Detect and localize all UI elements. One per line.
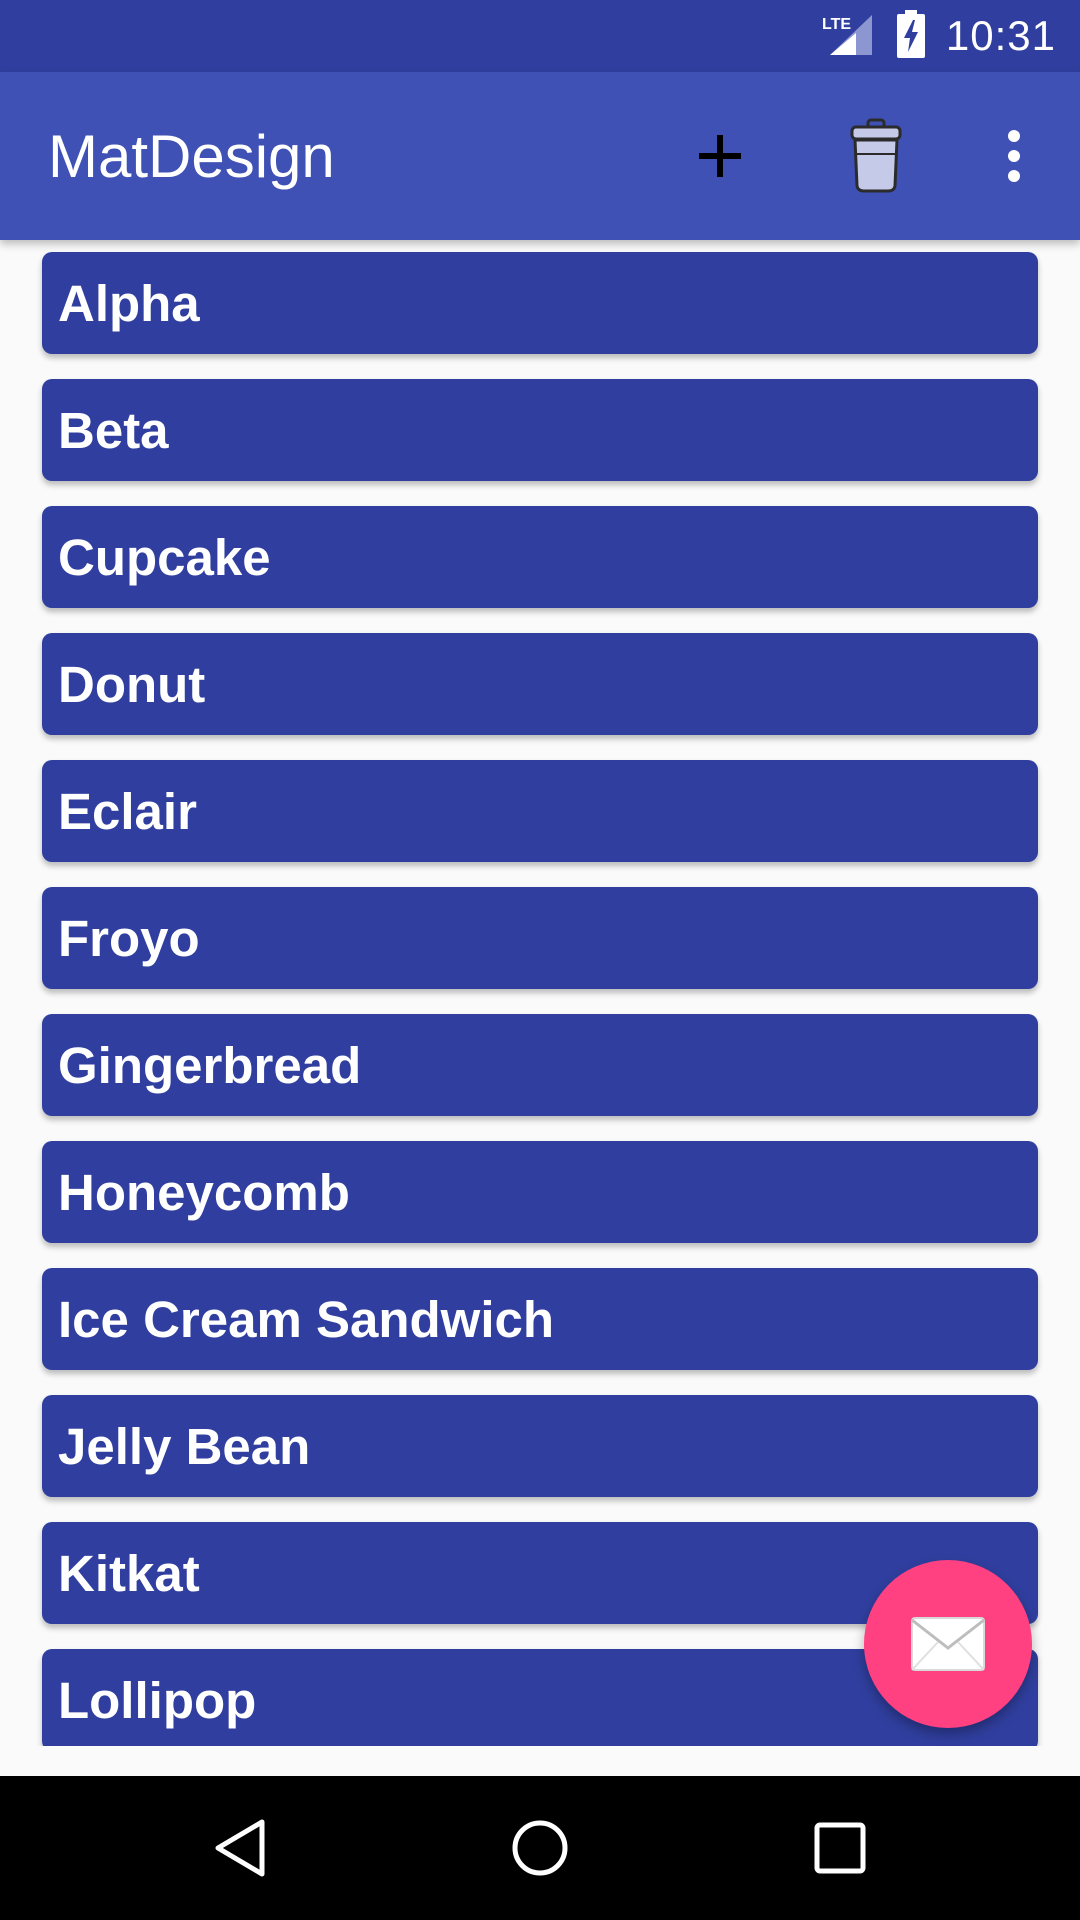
trash-icon <box>850 118 902 193</box>
envelope-icon <box>911 1617 985 1671</box>
list-item[interactable]: Donut <box>42 633 1038 735</box>
list-item[interactable]: Cupcake <box>42 506 1038 608</box>
battery-charging-icon <box>896 10 926 62</box>
back-icon <box>215 1819 265 1877</box>
status-bar: LTE 10:31 <box>0 0 1080 72</box>
back-button[interactable] <box>190 1798 290 1898</box>
list-item-label: Donut <box>58 655 206 713</box>
list-item-label: Alpha <box>58 274 200 332</box>
list-item[interactable]: Alpha <box>42 252 1038 354</box>
list-item-label: Beta <box>58 401 169 459</box>
list-item-label: Gingerbread <box>58 1036 362 1094</box>
list-item[interactable]: Jelly Bean <box>42 1395 1038 1497</box>
status-icons: LTE 10:31 <box>820 0 1056 72</box>
item-list[interactable]: Alpha Beta Cupcake Donut Eclair Froyo Gi… <box>0 240 1080 1746</box>
plus-icon <box>699 135 741 177</box>
app-bar: MatDesign <box>0 72 1080 240</box>
list-item-label: Cupcake <box>58 528 271 586</box>
add-button[interactable] <box>670 106 770 206</box>
overflow-menu-icon <box>1008 130 1020 182</box>
app-title: MatDesign <box>48 123 335 190</box>
status-time: 10:31 <box>945 12 1056 59</box>
list-item-label: Froyo <box>58 909 200 967</box>
list-item-label: Jelly Bean <box>58 1417 311 1475</box>
overflow-menu-button[interactable] <box>964 106 1064 206</box>
recents-icon <box>814 1822 866 1874</box>
list-item-label: Honeycomb <box>58 1163 350 1221</box>
svg-text:LTE: LTE <box>822 16 851 33</box>
list-item[interactable]: Beta <box>42 379 1038 481</box>
list-item[interactable]: Froyo <box>42 887 1038 989</box>
list-item-label: Eclair <box>58 782 197 840</box>
compose-fab-button[interactable] <box>864 1560 1032 1728</box>
home-icon <box>512 1820 568 1876</box>
list-item[interactable]: Gingerbread <box>42 1014 1038 1116</box>
list-item[interactable]: Ice Cream Sandwich <box>42 1268 1038 1370</box>
home-button[interactable] <box>490 1798 590 1898</box>
list-item-label: Lollipop <box>58 1671 257 1729</box>
lte-signal-icon: LTE <box>820 11 876 61</box>
recents-button[interactable] <box>790 1798 890 1898</box>
list-item[interactable]: Honeycomb <box>42 1141 1038 1243</box>
navigation-bar <box>0 1776 1080 1920</box>
list-item-label: Kitkat <box>58 1544 200 1602</box>
list-item[interactable]: Eclair <box>42 760 1038 862</box>
delete-button[interactable] <box>826 106 926 206</box>
list-item-label: Ice Cream Sandwich <box>58 1290 555 1348</box>
